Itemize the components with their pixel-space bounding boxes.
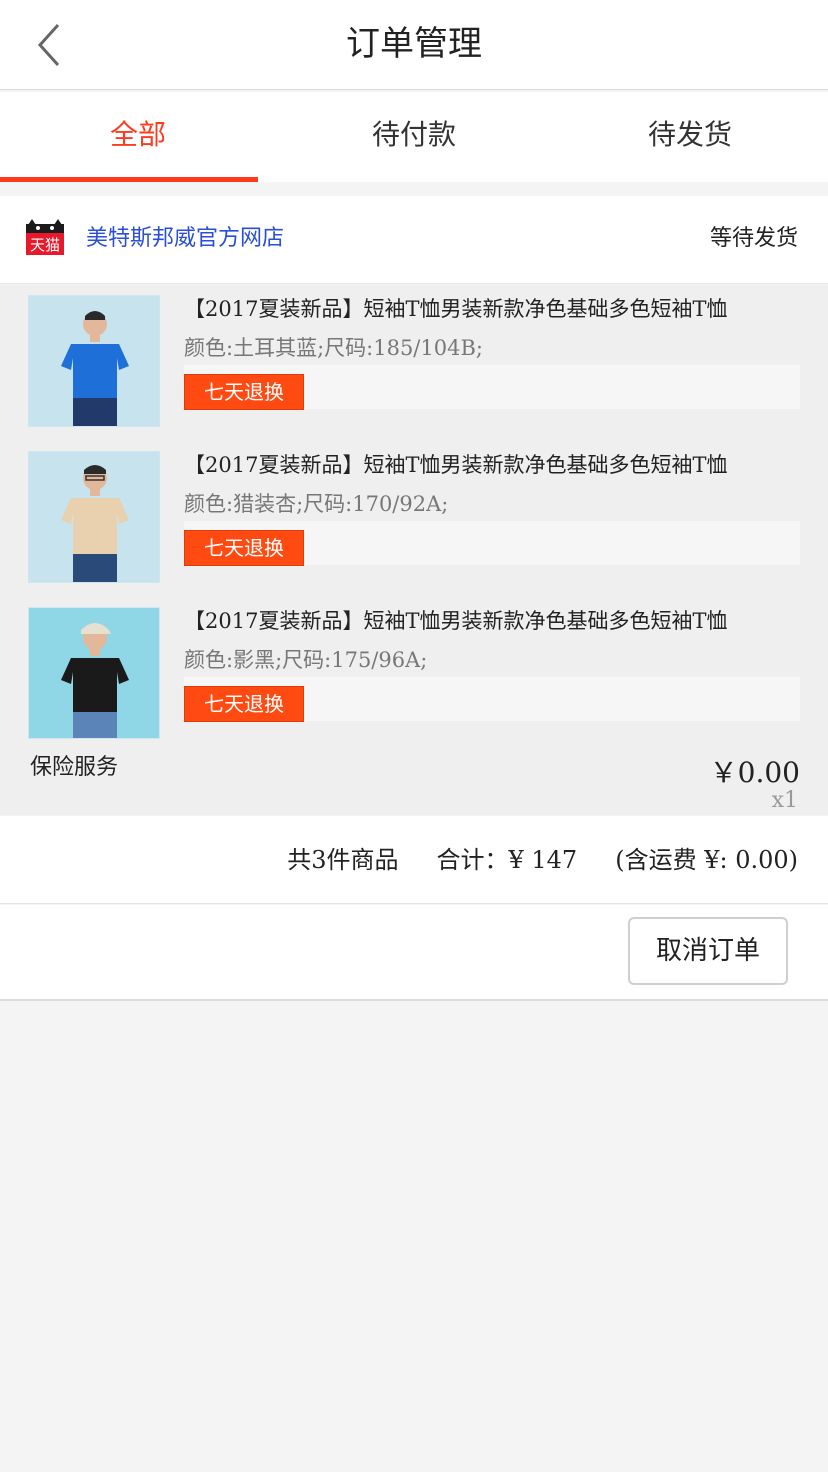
order-status: 等待发货: [709, 226, 798, 251]
product-image: [29, 296, 159, 426]
tab-label: 全部: [109, 118, 166, 151]
shipping-fee: (含运费 ¥: 0.00): [615, 846, 798, 874]
insurance-quantity: x1: [771, 788, 798, 813]
tab-label: 待付款: [371, 118, 456, 151]
order-summary: 共3件商品 合计：¥ 147 (含运费 ¥: 0.00): [0, 816, 828, 904]
tab-pending-payment[interactable]: 待付款: [276, 92, 552, 182]
item-count: 共3件商品: [287, 846, 399, 874]
order-tabs: 全部 待付款 待发货: [0, 92, 828, 182]
product-thumbnail[interactable]: [28, 295, 160, 427]
order-items: 【2017夏装新品】短袖T恤男装新款净色基础多色短袖T恤 颜色:土耳其蓝;尺码:…: [0, 285, 828, 815]
active-tab-indicator: [0, 177, 258, 182]
product-spec: 颜色:猎装杏;尺码:170/92A;: [184, 492, 449, 516]
cancel-order-button[interactable]: 取消订单: [628, 917, 788, 985]
list-item[interactable]: 【2017夏装新品】短袖T恤男装新款净色基础多色短袖T恤 颜色:猎装杏;尺码:1…: [0, 441, 828, 583]
tab-all[interactable]: 全部: [0, 92, 276, 182]
product-thumbnail[interactable]: [28, 451, 160, 583]
insurance-price: ￥0.00: [709, 756, 800, 789]
return-policy-badge: 七天退换: [184, 686, 304, 722]
product-spec: 颜色:影黑;尺码:175/96A;: [184, 648, 428, 672]
product-image: [29, 452, 159, 582]
shop-header: 天猫 美特斯邦威官方网店 等待发货: [0, 196, 828, 284]
list-item[interactable]: 【2017夏装新品】短袖T恤男装新款净色基础多色短袖T恤 颜色:影黑;尺码:17…: [0, 597, 828, 739]
order-total: 合计：¥ 147: [436, 846, 578, 874]
tmall-logo-text: 天猫: [30, 236, 60, 254]
tmall-logo-icon: 天猫: [26, 219, 64, 255]
insurance-service-label: 保险服务: [30, 755, 119, 780]
product-image: [29, 608, 159, 738]
order-actions: 取消订单: [0, 905, 828, 1001]
product-title: 【2017夏装新品】短袖T恤男装新款净色基础多色短袖T恤: [184, 609, 728, 633]
tab-pending-shipment[interactable]: 待发货: [552, 92, 828, 182]
product-spec: 颜色:土耳其蓝;尺码:185/104B;: [184, 336, 483, 360]
product-title: 【2017夏装新品】短袖T恤男装新款净色基础多色短袖T恤: [184, 453, 728, 477]
page-title: 订单管理: [346, 24, 482, 64]
tab-label: 待发货: [647, 118, 732, 151]
product-title: 【2017夏装新品】短袖T恤男装新款净色基础多色短袖T恤: [184, 297, 728, 321]
header-bar: 订单管理: [0, 0, 828, 90]
shop-name-link[interactable]: 美特斯邦威官方网店: [86, 196, 284, 282]
return-policy-badge: 七天退换: [184, 374, 304, 410]
return-policy-badge: 七天退换: [184, 530, 304, 566]
product-thumbnail[interactable]: [28, 607, 160, 739]
summary-row: 共3件商品 合计：¥ 147 (含运费 ¥: 0.00): [287, 816, 798, 904]
list-item[interactable]: 【2017夏装新品】短袖T恤男装新款净色基础多色短袖T恤 颜色:土耳其蓝;尺码:…: [0, 285, 828, 427]
